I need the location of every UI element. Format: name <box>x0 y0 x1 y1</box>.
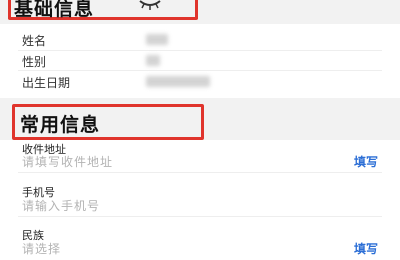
basic-info-title: 基础信息 <box>14 0 95 20</box>
common-info-title: 常用信息 <box>20 114 101 136</box>
birthdate-value-redacted <box>146 76 210 87</box>
phone-input[interactable]: 请输入手机号 <box>22 197 100 214</box>
gender-label: 性别 <box>22 55 47 69</box>
address-fill-button[interactable]: 填写 <box>354 153 378 170</box>
divider <box>18 70 382 71</box>
ethnicity-fill-button[interactable]: 填写 <box>354 240 378 257</box>
address-input[interactable]: 请填写收件地址 <box>22 153 113 170</box>
name-label: 姓名 <box>22 34 47 48</box>
divider <box>18 172 382 173</box>
eye-closed-icon[interactable] <box>138 0 162 10</box>
name-value-redacted <box>146 34 168 45</box>
divider <box>18 216 382 217</box>
divider <box>18 50 382 51</box>
gender-value-redacted <box>146 55 160 66</box>
ethnicity-select[interactable]: 请选择 <box>22 240 61 257</box>
birthdate-label: 出生日期 <box>22 76 71 90</box>
